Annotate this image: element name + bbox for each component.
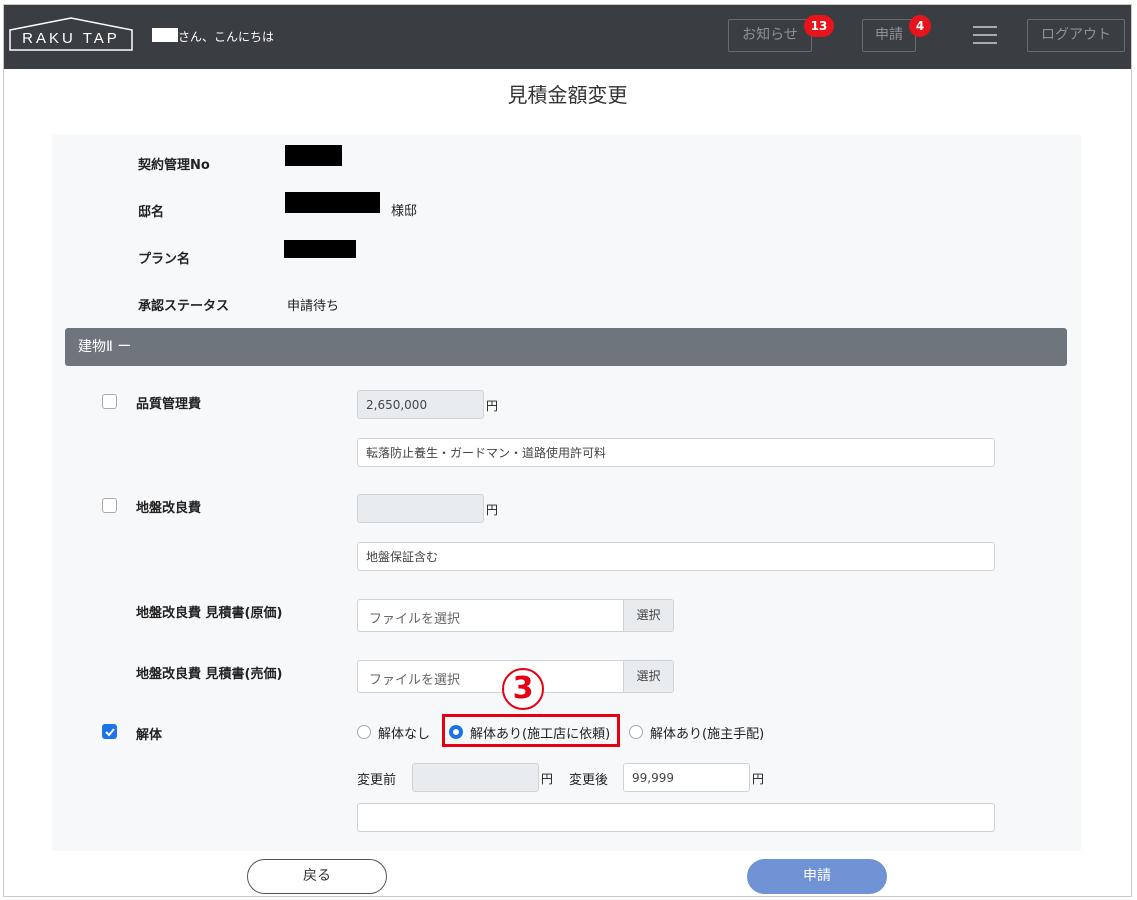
ground-estimate-cost-label: 地盤改良費 見積書(原価) <box>136 606 283 621</box>
demolition-before-unit: 円 <box>541 772 554 786</box>
demolition-after-label: 変更後 <box>569 773 609 788</box>
approval-status-label: 承認ステータス <box>138 299 230 314</box>
contract-no-redacted <box>285 145 342 166</box>
contract-no-label: 契約管理No <box>138 158 210 173</box>
annotation-step-number: 3 <box>501 667 545 711</box>
ground-fee-unit: 円 <box>486 503 499 517</box>
approval-status-value: 申請待ち <box>287 299 340 314</box>
ground-fee-amount-input[interactable] <box>357 494 484 523</box>
demolition-after-unit: 円 <box>752 772 765 786</box>
quality-fee-unit: 円 <box>486 399 499 413</box>
house-name-suffix: 様邸 <box>391 204 418 219</box>
ground-fee-note-value: 地盤保証含む <box>366 550 439 564</box>
apply-count-badge: 4 <box>909 15 931 37</box>
form-panel: 契約管理No 邸名 様邸 プラン名 承認ステータス 申請待ち 建物Ⅱ ー 品質管… <box>52 135 1081 851</box>
demolition-after-value: 99,999 <box>632 770 674 785</box>
ground-fee-note-input[interactable]: 地盤保証含む <box>357 542 995 571</box>
top-header: RAKU TAP さん、こんにちは お知らせ 13 申請 4 ログアウト <box>4 5 1131 69</box>
back-button[interactable]: 戻る <box>247 859 387 894</box>
checkmark-icon <box>105 728 115 737</box>
plan-name-label: プラン名 <box>138 252 191 267</box>
page-title: 見積金額変更 <box>507 83 628 107</box>
ground-estimate-sale-select-button[interactable]: 選択 <box>623 661 673 692</box>
ground-estimate-cost-file-input[interactable]: ファイルを選択 選択 <box>357 599 674 632</box>
back-button-label: 戻る <box>303 868 331 884</box>
demolition-note-input[interactable] <box>357 803 995 832</box>
quality-fee-note-input[interactable]: 転落防止養生・ガードマン・道路使用許可料 <box>357 438 995 467</box>
hamburger-menu-icon[interactable] <box>973 26 997 46</box>
apply-button[interactable]: 申請 <box>862 19 916 52</box>
quality-fee-label: 品質管理費 <box>136 397 202 412</box>
house-name-redacted <box>285 192 380 213</box>
submit-button-label: 申請 <box>803 868 831 884</box>
apply-button-label: 申請 <box>875 27 903 43</box>
ground-estimate-sale-placeholder: ファイルを選択 <box>369 673 461 688</box>
quality-fee-amount-value: 2,650,000 <box>366 397 428 412</box>
notice-count-badge: 13 <box>804 15 834 37</box>
app-frame: RAKU TAP さん、こんにちは お知らせ 13 申請 4 ログアウト 見積金… <box>3 4 1132 897</box>
section-title: 建物Ⅱ ー <box>78 339 132 355</box>
plan-name-redacted <box>284 240 356 258</box>
demolition-checkbox[interactable] <box>102 724 117 739</box>
raku-tap-logo[interactable]: RAKU TAP <box>9 17 133 51</box>
quality-fee-checkbox[interactable] <box>102 394 117 409</box>
ground-estimate-cost-select-button[interactable]: 選択 <box>623 600 673 631</box>
quality-fee-note-value: 転落防止養生・ガードマン・道路使用許可料 <box>366 446 607 460</box>
ground-estimate-sale-label: 地盤改良費 見積書(売価) <box>136 667 283 682</box>
logout-button[interactable]: ログアウト <box>1027 19 1125 52</box>
demolition-before-label: 変更前 <box>357 773 397 788</box>
demolition-after-input[interactable]: 99,999 <box>623 763 750 792</box>
house-name-label: 邸名 <box>138 205 165 220</box>
annotation-step-text: 3 <box>512 671 534 706</box>
demolition-none-radio[interactable] <box>357 725 371 739</box>
notice-button-label: お知らせ <box>742 27 798 43</box>
ground-fee-checkbox[interactable] <box>102 498 117 513</box>
quality-fee-amount-input[interactable]: 2,650,000 <box>357 390 484 419</box>
notice-button[interactable]: お知らせ <box>728 19 812 52</box>
ground-estimate-cost-placeholder: ファイルを選択 <box>369 612 461 627</box>
greeting-text: さん、こんにちは <box>178 30 275 44</box>
demolition-none-label[interactable]: 解体なし <box>378 723 430 742</box>
logo-text: RAKU TAP <box>22 30 120 47</box>
demolition-before-input[interactable] <box>412 763 539 792</box>
section-header-building[interactable]: 建物Ⅱ ー <box>65 328 1067 366</box>
user-name-redacted <box>152 28 178 42</box>
logout-button-label: ログアウト <box>1041 27 1111 43</box>
demolition-owner-radio[interactable] <box>629 725 643 739</box>
annotation-highlight-box <box>442 714 620 747</box>
demolition-owner-label[interactable]: 解体あり(施主手配) <box>650 723 764 742</box>
ground-fee-label: 地盤改良費 <box>136 501 202 516</box>
submit-button[interactable]: 申請 <box>747 859 887 894</box>
demolition-label: 解体 <box>136 728 163 743</box>
